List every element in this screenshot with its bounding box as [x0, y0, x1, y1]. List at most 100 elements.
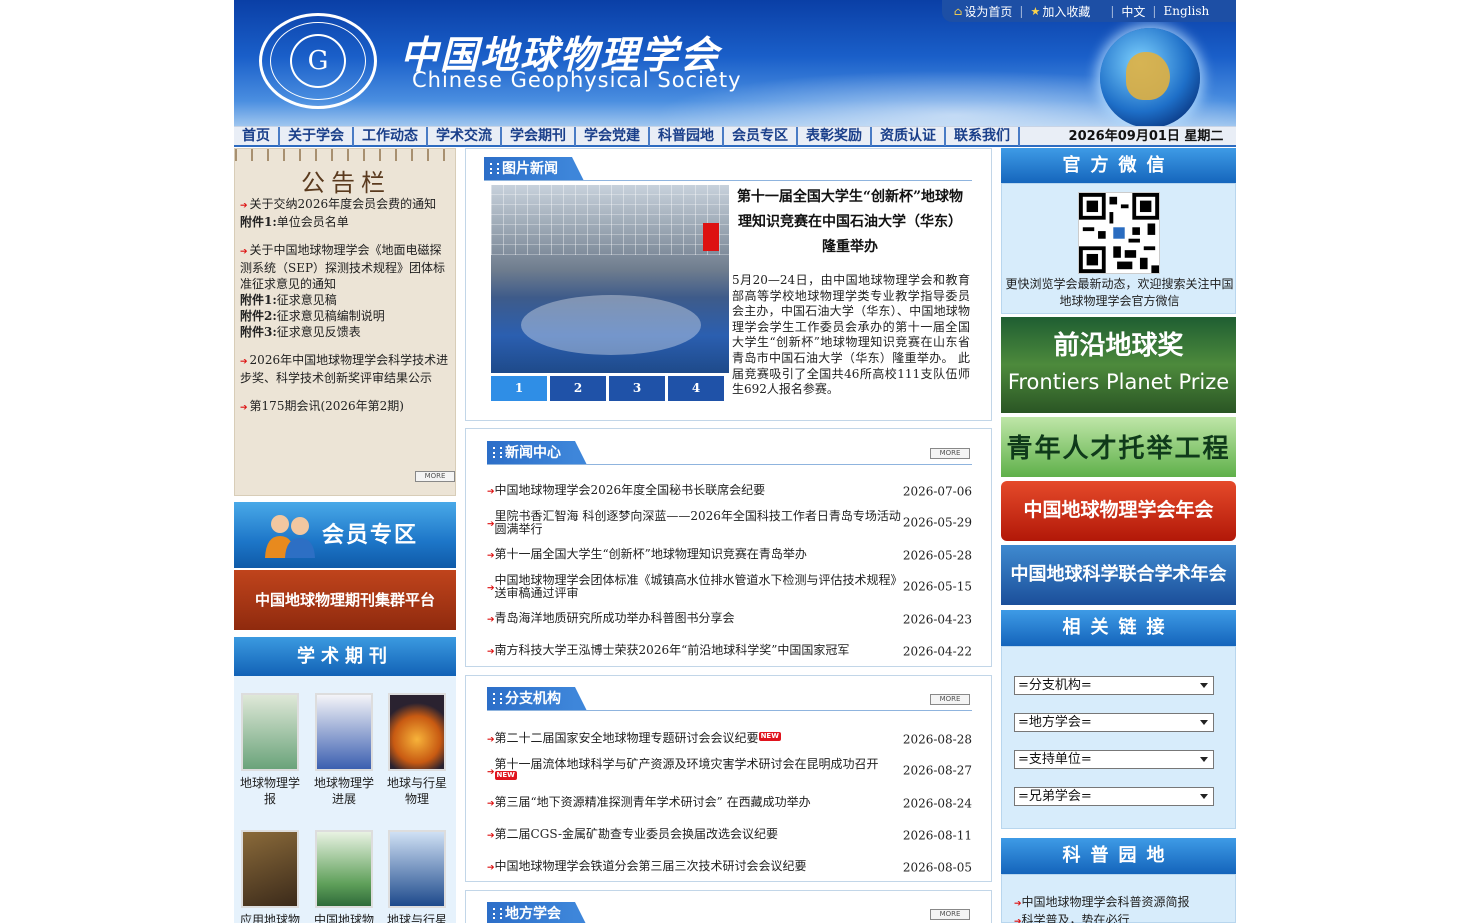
notice-link[interactable]: 关于中国地球物理学会《地面电磁探测系统（SEP）探测技术规程》团体标准征求意见的…	[240, 243, 445, 291]
nav-awards[interactable]: 表彰奖励	[798, 127, 872, 146]
picture-news-headline[interactable]: 第十一届全国大学生“创新杯”地球物理知识竞赛在中国石油大学（华东）隆重举办	[734, 185, 966, 260]
arrow-icon: ➔	[487, 735, 495, 745]
attach-label: 附件3:	[240, 325, 277, 339]
journal-item[interactable]: 中国地球物	[313, 830, 375, 923]
science-link[interactable]: 科学普及，势在必行	[1022, 913, 1130, 923]
frontiers-planet-prize-banner[interactable]: 前沿地球奖 Frontiers Planet Prize	[1001, 317, 1236, 413]
attach-link[interactable]: 征求意见稿	[277, 293, 337, 307]
journals-heading: 学术期刊	[234, 637, 456, 676]
attach-link[interactable]: 征求意见稿编制说明	[277, 309, 385, 323]
local-more-button[interactable]: MORE	[930, 909, 970, 920]
branch-row: ➔第二届CGS-金属矿勘查专业委员会换届改选会议纪要 2026-08-11	[487, 828, 972, 843]
attach-link[interactable]: 单位会员名单	[277, 215, 349, 229]
notice-more-button[interactable]: MORE	[415, 471, 455, 482]
logo-emblem-icon: G	[290, 34, 346, 88]
branches-more-button[interactable]: MORE	[930, 694, 970, 705]
lang-en-link[interactable]: English	[1163, 4, 1209, 18]
news-more-button[interactable]: MORE	[930, 448, 970, 459]
attach-label: 附件1:	[240, 215, 277, 229]
arrow-icon: ➔	[487, 831, 495, 841]
journal-item[interactable]: 地球与行星	[386, 830, 448, 923]
journal-cover	[315, 830, 373, 908]
journal-cover	[388, 830, 446, 908]
branch-select[interactable]: =分支机构=	[1014, 676, 1214, 695]
nav-contact[interactable]: 联系我们	[946, 127, 1020, 146]
branch-link[interactable]: 第二十二届国家安全地球物理专题研讨会会议纪要 NEW	[495, 732, 905, 745]
geoscience-union-banner[interactable]: 中国地球科学联合学术年会	[1001, 545, 1236, 605]
annual-meeting-banner[interactable]: 中国地球物理学会年会	[1001, 481, 1236, 541]
arrow-icon: ➔	[487, 615, 495, 625]
divider: |	[1152, 4, 1157, 18]
pager-button[interactable]: 3	[609, 376, 665, 401]
science-link[interactable]: 中国地球物理学会科普资源简报	[1022, 895, 1190, 909]
journal-title: 地球与行星物理	[386, 776, 447, 806]
science-garden-box: ➔中国地球物理学会科普资源简报 ➔科学普及，势在必行	[1001, 874, 1236, 923]
branch-link-text: 第二十二届国家安全地球物理专题研讨会会议纪要	[494, 731, 759, 745]
news-center-panel: 新闻中心 MORE ➔中国地球物理学会2026年度全国秘书长联席会纪要 2026-…	[465, 428, 992, 667]
branch-link[interactable]: 第三届“地下资源精准探测青年学术研讨会” 在西藏成功举办	[495, 796, 905, 809]
photo-flag	[703, 223, 719, 251]
supporter-select[interactable]: =支持单位=	[1014, 750, 1214, 769]
local-society-select[interactable]: =地方学会=	[1014, 713, 1214, 732]
notice-link[interactable]: 第175期会讯(2026年第2期)	[250, 399, 404, 413]
qr-code-icon	[1078, 192, 1160, 274]
journal-title: 中国地球物	[313, 913, 374, 923]
nav-party[interactable]: 学会党建	[576, 127, 650, 146]
nav-work[interactable]: 工作动态	[354, 127, 428, 146]
news-date: 2026-04-22	[902, 644, 972, 658]
nav-journals[interactable]: 学会期刊	[502, 127, 576, 146]
arrow-icon: ➔	[487, 767, 495, 778]
journal-item[interactable]: 地球物理学进展	[313, 693, 375, 807]
news-link[interactable]: 里院书香汇智海 科创逐梦向深蓝——2026年全国科技工作者日青岛专场活动圆满举行	[495, 510, 905, 536]
news-link[interactable]: 第十一届全国大学生“创新杯”地球物理知识竞赛在青岛举办	[495, 548, 905, 561]
nav-academic[interactable]: 学术交流	[428, 127, 502, 146]
add-favorite-link[interactable]: 加入收藏	[1042, 3, 1090, 20]
branch-link[interactable]: 第十一届流体地球科学与矿产资源及环境灾害学术研讨会在昆明成功召开 NEW	[494, 758, 905, 784]
science-item: ➔中国地球物理学会科普资源简报	[1014, 893, 1190, 910]
journal-cover	[315, 693, 373, 771]
journal-cover	[241, 830, 299, 908]
youth-talent-banner[interactable]: 青年人才托举工程	[1001, 417, 1236, 477]
arrow-icon: ➔	[240, 247, 248, 257]
news-photo[interactable]	[491, 185, 729, 373]
sister-society-select[interactable]: =兄弟学会=	[1014, 787, 1214, 806]
wechat-text: 更快浏览学会最新动态，欢迎搜索关注中国地球物理学会官方微信	[1005, 277, 1234, 308]
pager-button[interactable]: 4	[668, 376, 724, 401]
nav-member[interactable]: 会员专区	[724, 127, 798, 146]
wechat-heading: 官方微信	[1001, 148, 1236, 184]
journal-item[interactable]: 地球与行星物理	[386, 693, 448, 807]
picture-news-title: 图片新闻	[484, 157, 584, 181]
notice-link[interactable]: 2026年中国地球物理学会科学技术进步奖、科学技术创新奖评审结果公示	[240, 353, 448, 385]
photo-floor	[521, 295, 701, 355]
news-row: ➔第十一届全国大学生“创新杯”地球物理知识竞赛在青岛举办 2026-05-28	[487, 548, 972, 563]
member-zone-banner[interactable]: 会员专区	[234, 502, 456, 568]
journal-platform-banner[interactable]: 中国地球物理期刊集群平台	[234, 570, 456, 630]
home-icon: ⌂	[954, 4, 963, 18]
nav-certification[interactable]: 资质认证	[872, 127, 946, 146]
branches-panel: 分支机构 MORE ➔第二十二届国家安全地球物理专题研讨会会议纪要 NEW 2026…	[465, 675, 992, 882]
journal-item[interactable]: 应用地球物	[239, 830, 301, 923]
notice-link[interactable]: 关于交纳2026年度会员会费的通知	[250, 197, 437, 211]
news-link[interactable]: 中国地球物理学会2026年度全国秘书长联席会纪要	[495, 484, 905, 497]
news-row: ➔中国地球物理学会2026年度全国秘书长联席会纪要 2026-07-06	[487, 484, 972, 499]
news-link[interactable]: 青岛海洋地质研究所成功举办科普图书分享会	[495, 612, 905, 625]
news-link[interactable]: 中国地球物理学会团体标准《城镇高水位排水管道水下检测与评估技术规程》送审稿通过评…	[495, 574, 905, 600]
news-link[interactable]: 南方科技大学王泓博士荣获2026年“前沿地球科学奖”中国国家冠军	[495, 644, 905, 657]
nav-about[interactable]: 关于学会	[280, 127, 354, 146]
branch-link[interactable]: 中国地球物理学会铁道分会第三届三次技术研讨会会议纪要	[495, 860, 905, 873]
journal-item[interactable]: 地球物理学报	[239, 693, 301, 807]
pager-button[interactable]: 2	[550, 376, 606, 401]
set-homepage-link[interactable]: 设为首页	[964, 3, 1012, 20]
journal-cover	[388, 693, 446, 771]
section-divider	[487, 464, 972, 465]
nav-science[interactable]: 科普园地	[650, 127, 724, 146]
picture-news-body: 5月20—24日，由中国地球物理学会和教育部高等学校地球物理学类专业教学指导委员…	[732, 273, 970, 397]
notice-item: ➔ 第175期会讯(2026年第2期)	[240, 398, 450, 416]
attach-link[interactable]: 征求意见反馈表	[277, 325, 361, 339]
branch-link[interactable]: 第二届CGS-金属矿勘查专业委员会换届改选会议纪要	[495, 828, 905, 841]
pager-button[interactable]: 1	[491, 376, 547, 401]
branch-date: 2026-08-11	[902, 828, 972, 842]
lang-cn-link[interactable]: 中文	[1121, 3, 1145, 20]
nav-home[interactable]: 首页	[234, 127, 280, 146]
divider: |	[1019, 4, 1024, 18]
